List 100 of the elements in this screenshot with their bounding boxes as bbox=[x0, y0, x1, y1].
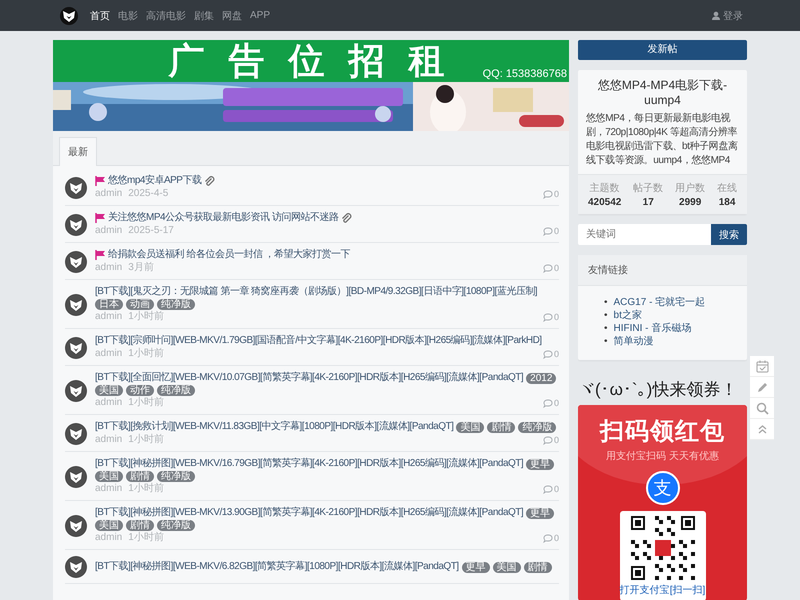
post-title-link[interactable]: [BT下载][神秘拼图][WEB-MKV/6.82GB][简繁英字幕][1080P][HDR版本][流媒体][PandaQT] bbox=[95, 561, 459, 573]
comment-icon bbox=[542, 190, 553, 198]
bullet: • bbox=[604, 335, 608, 348]
comment-icon bbox=[542, 226, 553, 236]
comment-icon bbox=[542, 350, 553, 358]
user-icon bbox=[712, 11, 720, 20]
site-title: 悠悠MP4-MP4电影下载-uump4 bbox=[596, 77, 728, 109]
avatar-icon[interactable] bbox=[65, 214, 87, 236]
coupon-heading: ヾ(･ω･`｡)快来领券！ bbox=[578, 379, 738, 401]
tag[interactable]: 剧情 bbox=[126, 520, 154, 531]
ad-title: 广告位招租 bbox=[168, 40, 469, 82]
links-title: 友情链接 bbox=[578, 255, 747, 286]
comment-count: 0 bbox=[554, 532, 559, 544]
tag[interactable]: 纯净版 bbox=[157, 299, 195, 310]
post-title-link[interactable]: [BT下载][神秘拼图][WEB-MKV/16.79GB][简繁英字幕][4K-2160P][HDR版本][H265编码][流媒体][PandaQT] bbox=[95, 458, 524, 470]
tag[interactable]: 日本 bbox=[95, 299, 123, 310]
post-title-link[interactable]: [BT下载][全面回忆][WEB-MKV/10.07GB][简繁英字幕][4K-2160P][HDR版本][H265编码][流媒体][PandaQT] bbox=[95, 372, 524, 384]
stat-value: 184 bbox=[718, 197, 736, 208]
tag[interactable]: 2012 bbox=[526, 372, 556, 384]
nav-link[interactable]: APP bbox=[250, 10, 270, 21]
stat-value: 420542 bbox=[588, 197, 622, 208]
post-title-link[interactable]: 给捐款会员送福利 给各位会员一封信 ，希望大家打赏一下 bbox=[108, 249, 350, 261]
nav-link[interactable]: 首页 bbox=[90, 8, 110, 22]
stat-value: 17 bbox=[642, 197, 654, 208]
post-title-link[interactable]: 关注悠悠MP4公众号获取最新电影资讯 访问网站不迷路 bbox=[108, 212, 338, 224]
tag[interactable]: 纯净版 bbox=[157, 385, 195, 396]
comment-icon bbox=[542, 436, 553, 444]
tag[interactable]: 剧情 bbox=[524, 562, 552, 572]
stat-label: 在线 bbox=[717, 182, 738, 195]
avatar-icon[interactable] bbox=[65, 556, 87, 578]
stat-label: 主题数 bbox=[590, 182, 620, 195]
avatar-icon[interactable] bbox=[65, 336, 87, 358]
post-title-link[interactable]: 悠悠mp4安卓APP下载 bbox=[108, 175, 202, 187]
tag[interactable]: 剧情 bbox=[487, 422, 516, 432]
comment-count: 0 bbox=[554, 397, 559, 409]
nav-link[interactable]: 剧集 bbox=[194, 8, 214, 22]
tab[interactable]: 最新 bbox=[59, 137, 97, 166]
friend-link[interactable]: 简单动漫 bbox=[614, 335, 654, 348]
search-field[interactable]: 关键词 bbox=[578, 224, 711, 245]
comment-icon bbox=[542, 264, 553, 272]
comment-icon bbox=[542, 398, 553, 408]
avatar-icon[interactable] bbox=[65, 250, 87, 272]
post-title-link[interactable]: [BT下载][鬼灭之刃：无限城篇 第一章 猗窝座再袭（剧场版）][BD-MP4/9.32GB][日语中字][1080P][蓝光压制] bbox=[95, 286, 538, 298]
calendar-check-icon[interactable] bbox=[756, 360, 768, 372]
site-logo-icon[interactable] bbox=[60, 6, 78, 24]
post-time: 1小时前 bbox=[128, 348, 164, 360]
friend-link[interactable]: HIFINI - 音乐磁场 bbox=[614, 322, 692, 335]
friend-link[interactable]: ACG17 - 宅就宅一起 bbox=[614, 296, 706, 309]
new-post-button[interactable]: 发新帖 bbox=[578, 40, 747, 60]
tag[interactable]: 美国 bbox=[95, 520, 123, 531]
friend-link[interactable]: bt之家 bbox=[614, 309, 642, 322]
tag[interactable]: 更早 bbox=[462, 562, 490, 572]
stat-value: 2999 bbox=[679, 197, 702, 208]
avatar-icon[interactable] bbox=[65, 422, 87, 444]
stat-label: 帖子数 bbox=[633, 182, 664, 195]
nav-link[interactable]: 网盘 bbox=[222, 8, 242, 22]
tag[interactable]: 动作 bbox=[126, 385, 154, 396]
tag[interactable]: 美国 bbox=[492, 562, 521, 572]
tag[interactable]: 剧情 bbox=[126, 471, 154, 482]
pay-mark: 支 bbox=[646, 471, 680, 505]
post-time: 1小时前 bbox=[128, 434, 164, 446]
tag[interactable]: 更早 bbox=[526, 508, 554, 518]
nav-link[interactable]: 高清电影 bbox=[146, 8, 186, 22]
comment-count: 0 bbox=[554, 188, 559, 200]
comment-count: 0 bbox=[554, 225, 559, 237]
site-description: 悠悠MP4，每日更新最新电影电视剧，720p|1080p|4K 等超高清分辨率电影电视剧迅雷下载、bt种子网盘离线下载等资源。uump4，悠悠MP4 bbox=[585, 112, 739, 168]
avatar-icon[interactable] bbox=[65, 514, 87, 536]
avatar-icon[interactable] bbox=[65, 294, 87, 316]
stat-label: 用户数 bbox=[675, 182, 706, 195]
post-time: 1小时前 bbox=[128, 483, 164, 495]
search-button[interactable]: 搜索 bbox=[711, 224, 747, 245]
tag[interactable]: 美国 bbox=[95, 385, 123, 396]
comment-count: 0 bbox=[554, 262, 559, 274]
avatar-icon[interactable] bbox=[65, 380, 87, 402]
qr-code bbox=[630, 516, 694, 580]
tag[interactable]: 美国 bbox=[95, 471, 123, 482]
post-time: 1小时前 bbox=[128, 532, 164, 544]
post-time: 2025-5-17 bbox=[128, 225, 174, 237]
post-title-link[interactable]: [BT下载][挽救计划][WEB-MKV/11.83GB][中文字幕][1080P][HDR版本][流媒体][PandaQT] bbox=[95, 421, 454, 433]
comment-icon bbox=[542, 534, 553, 542]
comment-count: 0 bbox=[554, 434, 559, 446]
bullet: • bbox=[604, 309, 608, 322]
tag[interactable]: 纯净版 bbox=[518, 422, 556, 432]
nav-link[interactable]: 电影 bbox=[118, 8, 138, 22]
tag[interactable]: 美国 bbox=[456, 422, 484, 432]
avatar-icon[interactable] bbox=[65, 176, 87, 198]
ad-banner[interactable]: 广告位招租 QQ: 1538386768 bbox=[53, 40, 569, 82]
post-title-link[interactable]: [BT下载][神秘拼图][WEB-MKV/13.90GB][简繁英字幕][4K-2160P][HDR版本][H265编码][流媒体][PandaQT] bbox=[95, 507, 524, 519]
bullet: • bbox=[604, 322, 608, 335]
post-time: 2025-4-5 bbox=[128, 188, 168, 200]
post-time: 1小时前 bbox=[128, 397, 164, 409]
tag[interactable]: 动画 bbox=[126, 299, 154, 310]
tag[interactable]: 更早 bbox=[526, 458, 554, 470]
post-title-link[interactable]: [BT下载][宗师叶问][WEB-MKV/1.79GB][国语配音/中文字幕][4K-2160P][HDR版本][H265编码][流媒体][ParkHD] bbox=[95, 335, 542, 347]
login-link[interactable]: 登录 bbox=[712, 8, 743, 22]
avatar-icon[interactable] bbox=[65, 466, 87, 488]
post-time: 1小时前 bbox=[128, 311, 164, 323]
tag[interactable]: 纯净版 bbox=[157, 471, 195, 482]
coupon-title: 扫码领红包 bbox=[600, 417, 725, 447]
tag[interactable]: 纯净版 bbox=[157, 520, 195, 531]
